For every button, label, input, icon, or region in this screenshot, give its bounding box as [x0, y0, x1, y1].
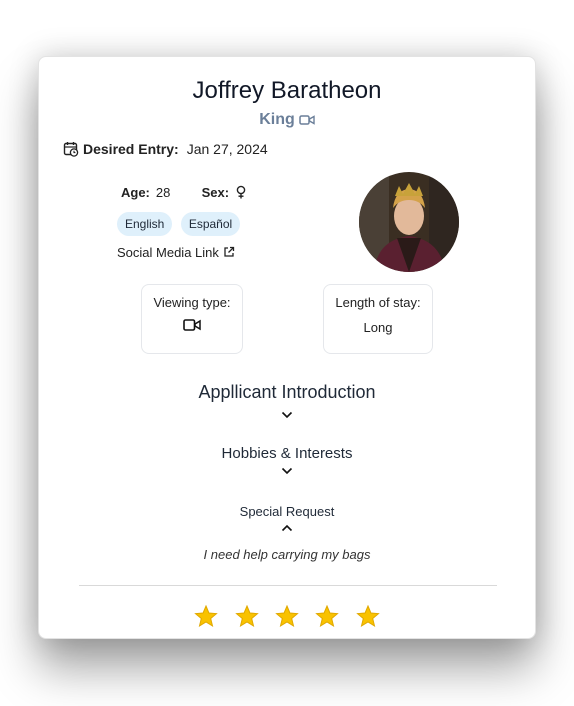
- female-symbol-icon: [236, 185, 246, 199]
- external-link-icon: [223, 246, 234, 257]
- calendar-clock-icon: [63, 142, 79, 157]
- desired-entry: Desired Entry: Jan 27, 2024: [63, 141, 268, 157]
- star-icon: [234, 604, 259, 628]
- video-camera-icon: [183, 319, 201, 331]
- video-camera-icon: [299, 115, 315, 125]
- role-label: King: [259, 111, 295, 128]
- age-value: 28: [155, 185, 171, 200]
- social-media-link[interactable]: Social Media Link: [117, 245, 235, 260]
- chevron-down-icon: [281, 467, 293, 475]
- chevron-up-icon: [281, 524, 293, 532]
- length-of-stay-box: Length of stay: Long: [323, 284, 433, 354]
- length-of-stay-value: Long: [363, 320, 393, 335]
- special-request-toggle[interactable]: Special Request: [39, 504, 535, 535]
- desired-entry-label: Desired Entry:: [83, 141, 179, 157]
- avatar: [359, 172, 459, 272]
- special-request-heading: Special Request: [239, 504, 335, 519]
- star-icon: [315, 604, 340, 628]
- star-icon: [356, 604, 380, 628]
- star-icon: [194, 604, 218, 628]
- applicant-card: Joffrey Baratheon King Desired Entry: Ja…: [38, 56, 536, 639]
- hobbies-interests-heading: Hobbies & Interests: [221, 445, 353, 462]
- applicant-name: Joffrey Baratheon: [192, 77, 382, 104]
- desired-entry-date: Jan 27, 2024: [186, 141, 268, 157]
- star-rating: [39, 604, 535, 633]
- viewing-type-box: Viewing type:: [141, 284, 243, 354]
- length-of-stay-label: Length of stay:: [335, 295, 421, 310]
- language-tag-spanish: Español: [180, 212, 241, 236]
- age-label: Age:: [121, 185, 150, 200]
- applicant-introduction-toggle[interactable]: Appllicant Introduction: [39, 382, 535, 424]
- language-tags: English Español: [117, 212, 241, 236]
- social-media-link-label[interactable]: Social Media Link: [117, 245, 219, 260]
- viewing-type-label: Viewing type:: [153, 295, 231, 310]
- language-tag-english: English: [117, 212, 173, 236]
- applicant-role: King: [39, 111, 535, 129]
- divider: [79, 585, 497, 586]
- hobbies-interests-toggle[interactable]: Hobbies & Interests: [39, 445, 535, 479]
- age-sex-row: Age: 28 Sex:: [121, 185, 247, 200]
- chevron-down-icon: [281, 411, 293, 419]
- sex-label: Sex:: [201, 185, 230, 200]
- special-request-text: I need help carrying my bags: [203, 547, 371, 562]
- star-icon: [275, 604, 299, 628]
- applicant-introduction-heading: Appllicant Introduction: [198, 382, 376, 402]
